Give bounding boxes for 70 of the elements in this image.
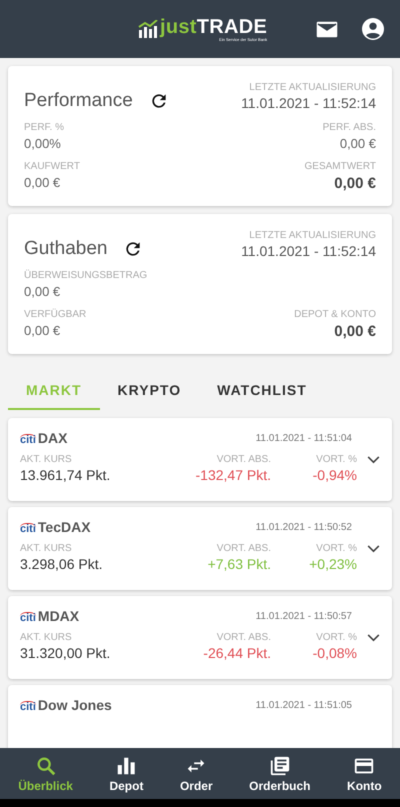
document-stack-icon: [268, 754, 291, 776]
field-label: VORT. ABS.: [216, 543, 271, 554]
quote-timestamp: 11.01.2021 - 11:50:57: [256, 610, 352, 622]
field-value: 0,00%: [24, 136, 62, 151]
index-name: TecDAX: [38, 519, 91, 535]
brand-name: justTRADE: [160, 16, 268, 36]
nav-item[interactable]: Depot: [103, 748, 150, 799]
search-icon: [34, 754, 57, 776]
field-label: AKT. KURS: [20, 543, 73, 554]
price-value: 31.320,00 Pkt.: [20, 645, 112, 661]
field-label: AKT. KURS: [20, 454, 73, 465]
quote-timestamp: 11.01.2021 - 11:51:05: [256, 700, 352, 710]
chevron-down-icon[interactable]: [367, 634, 380, 642]
market-card[interactable]: citi Dow Jones 11.01.2021 - 11:51:05: [8, 685, 392, 748]
field-label: VERFÜGBAR: [24, 309, 86, 320]
tab[interactable]: WATCHLIST: [199, 372, 325, 410]
market-card[interactable]: citi MDAX 11.01.2021 - 11:50:57 AKT. KURS 31.320,00 Pkt. VORT. ABS. -26,44 Pkt. VORT. % -0,08%: [8, 596, 392, 679]
field-label: VORT. %: [315, 454, 357, 465]
nav-item[interactable]: Orderbuch: [243, 748, 317, 799]
issuer-logo: citi: [20, 434, 36, 446]
field-value: 0,00 €: [333, 175, 376, 192]
field-label: GESAMTWERT: [304, 161, 376, 172]
field-label: LETZTE AKTUALISIERUNG: [248, 82, 376, 93]
issuer-logo: citi: [20, 701, 36, 713]
issuer-logo: citi: [20, 612, 36, 624]
price-value: 13.961,74 Pkt.: [20, 467, 112, 483]
field-value: 0,00 €: [24, 175, 62, 190]
field-label: VORT. ABS.: [216, 632, 271, 643]
field-label: VORT. %: [315, 543, 357, 554]
nav-item[interactable]: Order: [174, 748, 219, 799]
change-percent: -0,94%: [312, 467, 357, 483]
index-name: Dow Jones: [38, 697, 112, 713]
change-value: +7,63 Pkt.: [206, 556, 271, 572]
field-label: LETZTE AKTUALISIERUNG: [248, 230, 376, 241]
field-label: PERF. %: [24, 122, 64, 133]
update-timestamp: 11.01.2021 - 11:52:14: [241, 95, 376, 111]
nav-item[interactable]: Konto: [341, 748, 388, 799]
update-timestamp: 11.01.2021 - 11:52:14: [241, 243, 376, 259]
quote-timestamp: 11.01.2021 - 11:51:04: [256, 432, 352, 444]
field-label: PERF. ABS.: [322, 122, 376, 133]
index-name: MDAX: [38, 608, 80, 624]
field-value: 0,00 €: [24, 323, 62, 338]
field-label: VORT. %: [315, 632, 357, 643]
field-label: ÜBERWEISUNGSBETRAG: [24, 270, 148, 281]
field-value: 0,00 €: [24, 284, 62, 299]
market-card[interactable]: citi DAX 11.01.2021 - 11:51:04 AKT. KURS 13.961,74 Pkt. VORT. ABS. -132,47 Pkt. VORT. % -0,94%: [8, 418, 392, 501]
field-label: DEPOT & KONTO: [294, 309, 376, 320]
chevron-down-icon[interactable]: [367, 545, 380, 553]
change-value: -132,47 Pkt.: [194, 467, 271, 483]
issuer-logo: citi: [20, 523, 36, 535]
change-percent: +0,23%: [308, 556, 357, 572]
field-value: 0,00 €: [338, 136, 376, 151]
field-label: AKT. KURS: [20, 632, 73, 643]
price-value: 3.298,06 Pkt.: [20, 556, 104, 572]
chart-logo-icon: [138, 20, 158, 38]
market-card[interactable]: citi TecDAX 11.01.2021 - 11:50:52 AKT. KURS 3.298,06 Pkt. VORT. ABS. +7,63 Pkt. VORT. % +0,23%: [8, 507, 392, 590]
index-name: DAX: [38, 430, 68, 446]
field-label: KAUFWERT: [24, 161, 80, 172]
quote-timestamp: 11.01.2021 - 11:50:52: [256, 522, 352, 532]
card-title: Performance: [24, 90, 133, 112]
nav-item[interactable]: Überblick: [12, 748, 79, 799]
mail-icon[interactable]: [316, 20, 338, 38]
field-label: VORT. ABS.: [216, 454, 271, 465]
card-title: Guthaben: [24, 238, 108, 260]
tab[interactable]: KRYPTO: [100, 372, 200, 410]
change-value: -26,44 Pkt.: [202, 645, 271, 661]
account-icon[interactable]: [362, 18, 384, 40]
field-value: 0,00 €: [333, 323, 376, 340]
chevron-down-icon[interactable]: [367, 456, 380, 464]
change-percent: -0,08%: [312, 645, 357, 661]
